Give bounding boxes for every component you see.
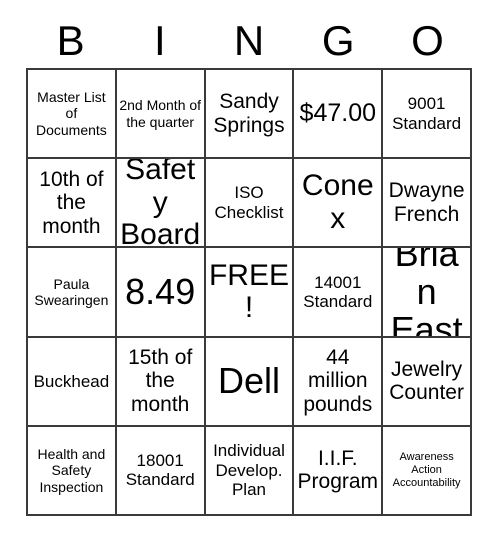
bingo-cell-text: 14001 Standard	[303, 272, 373, 311]
bingo-cell-text: Jewelry Counter	[389, 357, 464, 405]
bingo-cell-r2c2[interactable]: Safety Board	[116, 159, 206, 249]
bingo-cell-r2c3[interactable]: ISO Checklist	[205, 159, 295, 249]
bingo-cell-r5c2[interactable]: 18001 Standard	[116, 426, 206, 516]
bingo-cell-r3c5[interactable]: Brian East	[383, 248, 472, 338]
bingo-cell-r1c5[interactable]: 9001 Standard	[383, 70, 472, 160]
bingo-cell-text: Conex	[301, 169, 374, 235]
bingo-cell-r2c5[interactable]: Dwayne French	[383, 159, 472, 249]
bingo-cell-text: Safety Board	[120, 159, 201, 249]
bingo-cell-r4c3[interactable]: Dell	[205, 337, 295, 427]
bingo-header-row: B I N G O	[26, 14, 472, 68]
bingo-cell-text: Sandy Springs	[213, 90, 285, 137]
bingo-cell-r3c4[interactable]: 14001 Standard	[294, 248, 384, 338]
bingo-cell-r5c3[interactable]: Individual Develop. Plan	[205, 426, 295, 516]
bingo-grid: Master List of Documents 2nd Month of th…	[26, 68, 472, 516]
bingo-cell-r4c2[interactable]: 15th of the month	[116, 337, 206, 427]
bingo-cell-r2c4[interactable]: Conex	[294, 159, 384, 249]
bingo-cell-text: Dwayne French	[388, 179, 465, 226]
bingo-card: B I N G O Master List of Documents 2nd M…	[0, 0, 500, 544]
bingo-cell-r3c1[interactable]: Paula Swearingen	[28, 248, 117, 338]
bingo-cell-text: 15th of the month	[128, 345, 193, 416]
bingo-cell-r1c4[interactable]: $47.00	[294, 70, 384, 160]
bingo-cell-r5c1[interactable]: Health and Safety Inspection	[28, 426, 117, 516]
bingo-header-letter-i: I	[153, 17, 166, 64]
bingo-cell-text: Buckhead	[33, 371, 110, 391]
bingo-cell-text: 10th of the month	[39, 167, 104, 238]
bingo-cell-text: $47.00	[299, 98, 377, 127]
bingo-cell-text: Individual Develop. Plan	[213, 441, 285, 500]
bingo-cell-text: Brian East	[390, 248, 463, 338]
bingo-cell-r1c1[interactable]: Master List of Documents	[28, 70, 117, 160]
bingo-cell-r3c2[interactable]: 8.49	[116, 248, 206, 338]
bingo-cell-free-space[interactable]: FREE!	[205, 248, 295, 338]
bingo-cell-r5c4[interactable]: I.I.F. Program	[294, 426, 384, 516]
bingo-cell-text: Master List of Documents	[35, 89, 107, 138]
bingo-cell-text: Dell	[217, 360, 280, 402]
bingo-cell-text: 2nd Month of the quarter	[119, 97, 202, 130]
bingo-cell-r4c4[interactable]: 44 million pounds	[294, 337, 384, 427]
bingo-cell-r1c2[interactable]: 2nd Month of the quarter	[116, 70, 206, 160]
bingo-cell-text: Health and Safety Inspection	[37, 446, 106, 495]
bingo-cell-r4c5[interactable]: Jewelry Counter	[383, 337, 472, 427]
bingo-header-letter-n: N	[233, 17, 265, 64]
bingo-header-letter-g: G	[321, 17, 355, 64]
bingo-cell-text: 9001 Standard	[392, 94, 462, 133]
bingo-cell-text: 18001 Standard	[125, 451, 195, 490]
bingo-cell-text: I.I.F. Program	[297, 446, 379, 494]
bingo-cell-text: 44 million pounds	[303, 345, 373, 416]
bingo-free-space-label: FREE!	[208, 258, 289, 324]
bingo-cell-r5c5[interactable]: Awareness Action Accountability	[383, 426, 472, 516]
bingo-cell-r1c3[interactable]: Sandy Springs	[205, 70, 295, 160]
bingo-cell-text: ISO Checklist	[214, 183, 284, 222]
bingo-header-letter-o: O	[411, 17, 444, 64]
bingo-cell-text: Paula Swearingen	[34, 275, 109, 308]
bingo-cell-r4c1[interactable]: Buckhead	[28, 337, 117, 427]
bingo-header-letter-b: B	[56, 17, 85, 64]
bingo-cell-r2c1[interactable]: 10th of the month	[28, 159, 117, 249]
bingo-cell-text: 8.49	[125, 270, 196, 312]
bingo-cell-text: Awareness Action Accountability	[392, 450, 461, 489]
